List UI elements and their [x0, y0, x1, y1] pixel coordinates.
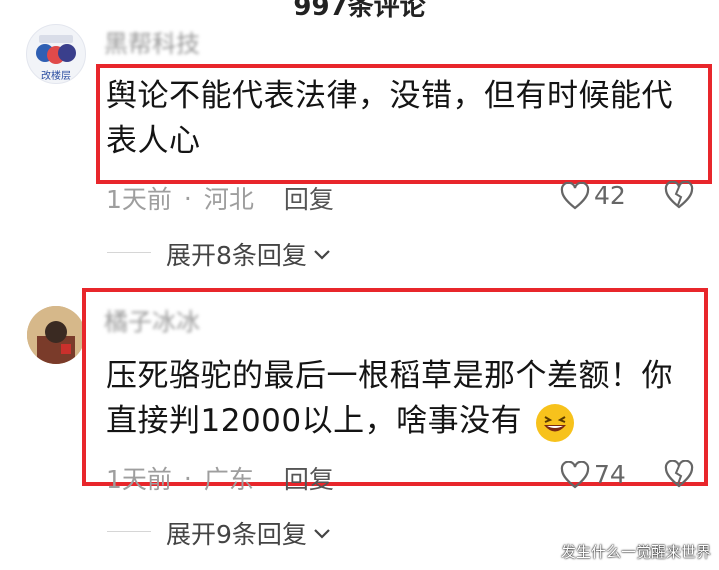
- comment-location: 广东: [203, 465, 254, 494]
- divider: [107, 531, 151, 532]
- comment-meta: 1天前 · 河北 回复: [106, 180, 334, 216]
- comment-line-text: 直接判12000以上，啥事没有: [106, 403, 523, 439]
- dislike-icon[interactable]: [664, 181, 694, 209]
- avatar-caption: 改楼层: [41, 71, 71, 82]
- expand-replies-button[interactable]: 展开9条回复: [166, 515, 333, 551]
- expand-replies-button[interactable]: 展开8条回复: [166, 236, 333, 272]
- reply-button[interactable]: 回复: [284, 180, 334, 216]
- separator: ·: [183, 463, 192, 493]
- like-count: 74: [594, 460, 626, 489]
- avatar-illustration: [27, 306, 85, 364]
- comment-line: 表人心: [106, 123, 201, 159]
- avatar[interactable]: [27, 306, 85, 364]
- comment-time: 1天前: [106, 465, 172, 494]
- comment-location: 河北: [203, 185, 254, 214]
- chevron-down-icon: [314, 250, 330, 260]
- comment-time: 1天前: [106, 185, 172, 214]
- expand-replies-label: 展开8条回复: [166, 241, 307, 270]
- watermark: 发生什么一觉醒来世界: [560, 543, 711, 561]
- heart-icon: [560, 181, 590, 209]
- comment-line: 压死骆驼的最后一根稻草是那个差额！你: [106, 358, 673, 394]
- like-count: 42: [594, 181, 626, 210]
- username[interactable]: 黑帮科技: [104, 24, 200, 59]
- avatar[interactable]: 改楼层: [26, 24, 86, 84]
- heart-icon: [560, 460, 590, 488]
- expand-replies-label: 展开9条回复: [166, 520, 307, 549]
- comments-count-title: 997条评论: [293, 0, 426, 22]
- laughing-emoji-icon: [536, 403, 575, 442]
- like-button[interactable]: 42: [560, 181, 626, 210]
- comment-text: 舆论不能代表法律，没错，但有时候能代 表人心: [106, 74, 673, 164]
- like-button[interactable]: 74: [560, 460, 626, 489]
- dislike-icon[interactable]: [664, 460, 694, 488]
- comment-line: 舆论不能代表法律，没错，但有时候能代: [106, 78, 673, 114]
- reply-button[interactable]: 回复: [284, 460, 334, 496]
- separator: ·: [183, 183, 192, 213]
- divider: [107, 252, 151, 253]
- chevron-down-icon: [314, 529, 330, 539]
- comment-line: 直接判12000以上，啥事没有: [106, 399, 673, 444]
- comment-meta: 1天前 · 广东 回复: [106, 460, 334, 496]
- comment-text: 压死骆驼的最后一根稻草是那个差额！你 直接判12000以上，啥事没有: [106, 354, 673, 444]
